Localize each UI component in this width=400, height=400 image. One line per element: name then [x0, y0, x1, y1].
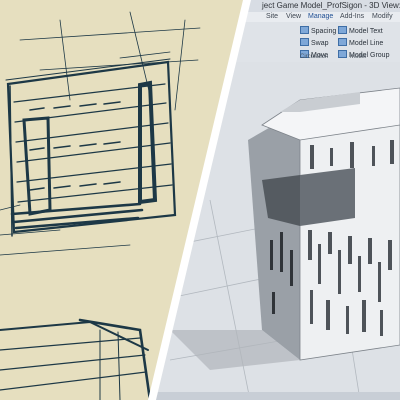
diagonal-divider: [148, 0, 251, 400]
split-composite: ject Game Model_ProfSigon - 3D View: {3D…: [0, 0, 400, 400]
